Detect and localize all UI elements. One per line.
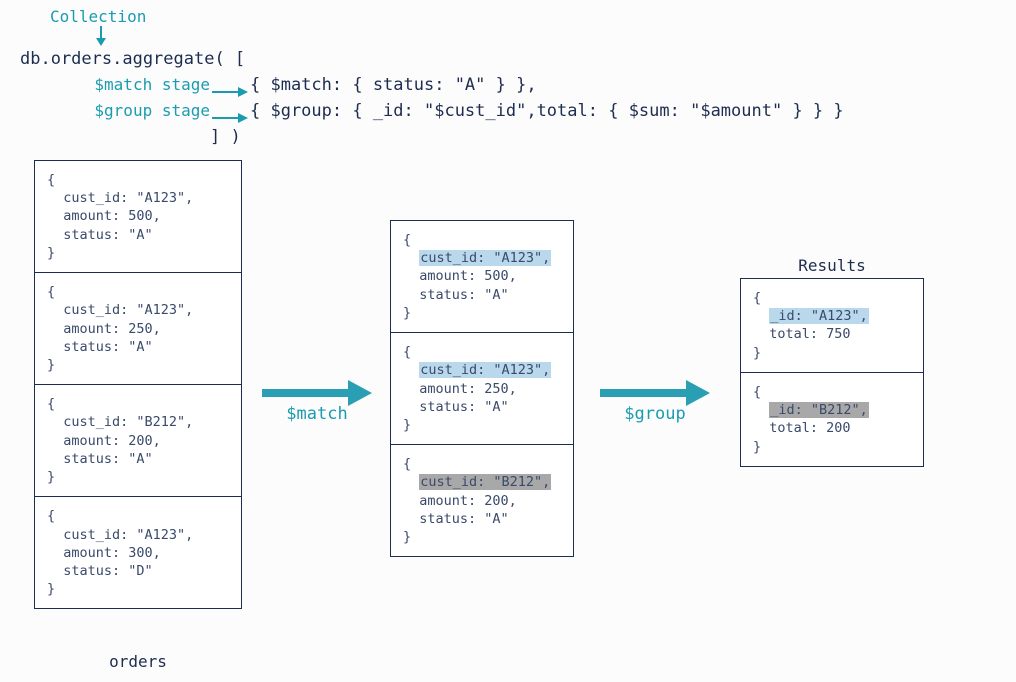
matched-doc: { cust_id: "A123", amount: 500, status: … bbox=[391, 221, 573, 332]
highlight-id: _id: "A123", bbox=[769, 308, 869, 324]
group-stage-arrow-icon bbox=[212, 106, 248, 132]
match-output-box: { cust_id: "A123", amount: 500, status: … bbox=[390, 220, 574, 557]
result-doc: { _id: "B212", total: 200 } bbox=[741, 372, 923, 466]
matched-doc: { cust_id: "B212", amount: 200, status: … bbox=[391, 444, 573, 556]
orders-doc: { cust_id: "A123", amount: 250, status: … bbox=[35, 272, 241, 384]
code-line-3: { $group: { _id: "$cust_id",total: { $su… bbox=[250, 98, 844, 124]
highlight-cust-id: cust_id: "A123", bbox=[419, 250, 551, 266]
match-stage-arrow-icon bbox=[212, 80, 248, 106]
code-line-2: { $match: { status: "A" } }, bbox=[250, 72, 537, 98]
group-arrow-label: $group bbox=[624, 404, 685, 424]
orders-doc: { cust_id: "A123", amount: 500, status: … bbox=[35, 161, 241, 272]
results-box: { _id: "A123", total: 750 } { _id: "B212… bbox=[740, 278, 924, 467]
matched-doc: { cust_id: "A123", amount: 250, status: … bbox=[391, 332, 573, 444]
code-line-1: db.orders.aggregate( [ bbox=[20, 46, 245, 72]
match-stage-label: $match stage bbox=[70, 72, 210, 98]
orders-doc: { cust_id: "B212", amount: 200, status: … bbox=[35, 384, 241, 496]
highlight-cust-id: cust_id: "B212", bbox=[419, 474, 551, 490]
match-arrow-label: $match bbox=[286, 404, 347, 424]
orders-collection-box: { cust_id: "A123", amount: 500, status: … bbox=[34, 160, 242, 609]
group-arrow: $group bbox=[600, 380, 710, 424]
orders-title: orders bbox=[34, 652, 242, 671]
highlight-cust-id: cust_id: "A123", bbox=[419, 362, 551, 378]
arrow-right-icon bbox=[600, 380, 710, 406]
match-arrow: $match bbox=[262, 380, 372, 424]
group-stage-label: $group stage bbox=[70, 98, 210, 124]
results-title: Results bbox=[740, 256, 924, 275]
arrow-right-icon bbox=[262, 380, 372, 406]
result-doc: { _id: "A123", total: 750 } bbox=[741, 279, 923, 372]
orders-doc: { cust_id: "A123", amount: 300, status: … bbox=[35, 496, 241, 608]
highlight-id: _id: "B212", bbox=[769, 402, 869, 418]
